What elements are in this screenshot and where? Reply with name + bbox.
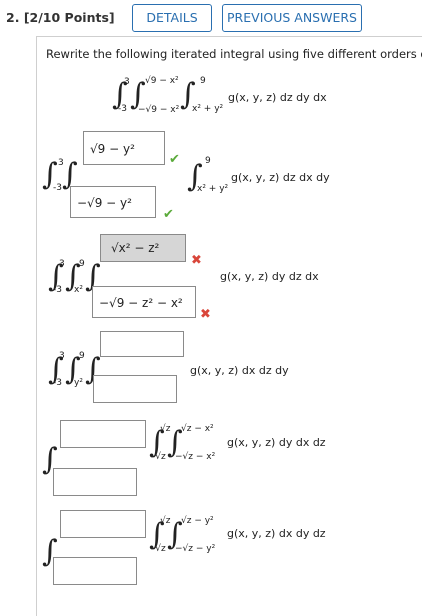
upper-limit-value: √x² − z² — [111, 241, 160, 255]
inner-lower-limit: x² + y² — [192, 104, 224, 114]
lower-limit-input[interactable] — [53, 468, 137, 496]
upper-limit-input[interactable] — [60, 510, 146, 538]
upper-limit-input[interactable]: √x² − z² — [100, 234, 186, 262]
lower-limit-value: −√9 − y² — [77, 196, 132, 210]
upper-limit-input[interactable] — [100, 331, 184, 357]
inner-lower-limit: x² + y² — [197, 184, 229, 194]
lower-limit-value: −√9 − z² − x² — [99, 296, 183, 310]
correct-check-icon: ✔ — [169, 152, 180, 167]
middle-lower-limit: -√z — [152, 544, 166, 554]
outer-upper-limit: 3 — [58, 158, 64, 168]
upper-limit-input[interactable] — [60, 420, 146, 448]
integrand: g(x, y, z) dy dz dx — [220, 270, 319, 283]
details-button[interactable]: DETAILS — [132, 4, 212, 32]
lower-limit-input[interactable]: −√9 − z² − x² — [92, 286, 196, 318]
inner-upper-limit: 9 — [205, 156, 211, 166]
integrand: g(x, y, z) dx dy dz — [227, 527, 326, 540]
inner-lower-limit: −√z − x² — [175, 452, 216, 462]
inner-upper-limit: √z − y² — [181, 516, 214, 526]
middle-lower-limit: y² — [74, 378, 83, 388]
question-number: 2. [2/10 Points] — [6, 10, 115, 25]
integrand: g(x, y, z) dz dx dy — [231, 171, 330, 184]
lower-limit-input[interactable]: −√9 − y² — [70, 186, 156, 218]
incorrect-x-icon: ✖ — [191, 253, 202, 268]
middle-lower-limit: −√9 − x² — [138, 105, 180, 115]
outer-upper-limit: 3 — [59, 351, 65, 361]
inner-lower-limit: −√z − y² — [175, 544, 216, 554]
outer-lower-limit: -3 — [53, 183, 62, 193]
incorrect-x-icon: ✖ — [200, 307, 211, 322]
integrand: g(x, y, z) dx dz dy — [190, 364, 289, 377]
lower-limit-input[interactable] — [53, 557, 137, 585]
outer-lower-limit: -3 — [118, 104, 127, 114]
outer-lower-limit: -3 — [53, 285, 62, 295]
upper-limit-value: √9 − y² — [90, 142, 135, 156]
inner-upper-limit: √z − x² — [181, 424, 214, 434]
outer-lower-limit: -3 — [53, 378, 62, 388]
middle-lower-limit: x² — [74, 285, 83, 295]
middle-upper-limit: 9 — [79, 259, 85, 269]
middle-upper-limit: √z — [160, 424, 171, 434]
correct-check-icon: ✔ — [163, 207, 174, 222]
question-prompt: Rewrite the following iterated integral … — [46, 47, 422, 61]
middle-upper-limit: √9 − x² — [145, 76, 179, 86]
middle-upper-limit: √z — [160, 516, 171, 526]
outer-upper-limit: 3 — [59, 259, 65, 269]
upper-limit-input[interactable]: √9 − y² — [83, 131, 165, 165]
integrand: g(x, y, z) dz dy dx — [228, 91, 327, 104]
inner-upper-limit: 9 — [200, 76, 206, 86]
middle-lower-limit: -√z — [152, 452, 166, 462]
question-header: 2. [2/10 Points] DETAILS PREVIOUS ANSWER… — [0, 0, 422, 36]
points-label: [2/10 Points] — [23, 10, 115, 25]
integrand: g(x, y, z) dy dx dz — [227, 436, 326, 449]
outer-upper-limit: 3 — [124, 77, 130, 87]
middle-upper-limit: 9 — [79, 351, 85, 361]
lower-limit-input[interactable] — [93, 375, 177, 403]
previous-answers-button[interactable]: PREVIOUS ANSWERS — [222, 4, 362, 32]
question-number-text: 2. — [6, 10, 20, 25]
